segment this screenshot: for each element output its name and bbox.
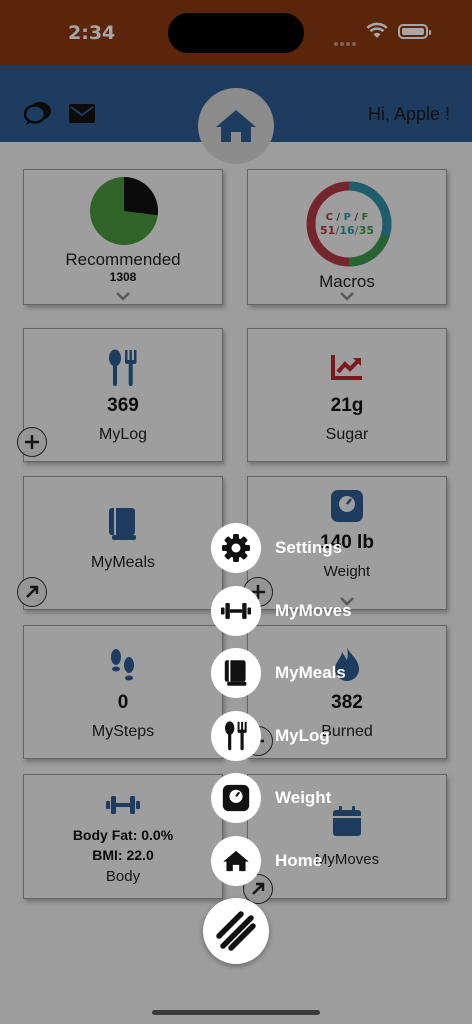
gear-icon: [222, 534, 250, 562]
fab-mymeals-button[interactable]: [211, 648, 261, 698]
fab-mylog-label[interactable]: MyLog: [275, 726, 330, 746]
fab-mymoves-label[interactable]: MyMoves: [275, 601, 352, 621]
slashes-icon: [216, 911, 256, 951]
fab-mymoves-button[interactable]: [211, 586, 261, 636]
scale-icon: [222, 784, 250, 812]
dumbbell-icon: [221, 603, 251, 619]
fab-mymeals-label[interactable]: MyMeals: [275, 663, 346, 683]
fab-home-label[interactable]: Home: [275, 851, 322, 871]
fab-home-button[interactable]: [211, 836, 261, 886]
fab-menu-toggle-button[interactable]: [203, 898, 269, 964]
fab-settings-label[interactable]: Settings: [275, 538, 342, 558]
home-icon: [223, 850, 249, 872]
book-icon: [224, 660, 247, 686]
home-indicator[interactable]: [152, 1010, 320, 1015]
fab-mylog-button[interactable]: [211, 711, 261, 761]
fab-weight-button[interactable]: [211, 773, 261, 823]
utensils-icon: [224, 721, 247, 751]
fab-settings-button[interactable]: [211, 523, 261, 573]
fab-weight-label[interactable]: Weight: [275, 788, 331, 808]
